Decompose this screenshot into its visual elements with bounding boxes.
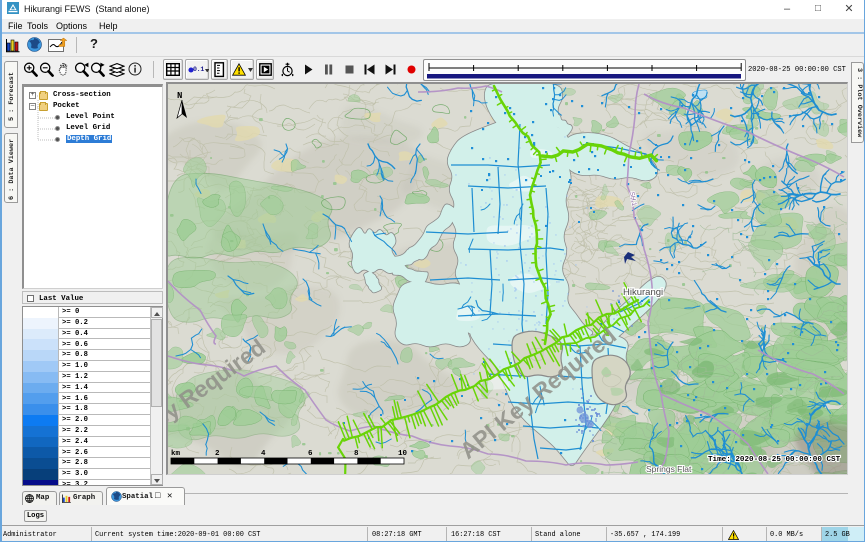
svg-text:4: 4 bbox=[261, 450, 266, 458]
svg-text:2: 2 bbox=[215, 450, 220, 458]
svg-text:N: N bbox=[177, 91, 182, 101]
svg-text:Time: 2020-08-25 00:00:00 CST: Time: 2020-08-25 00:00:00 CST bbox=[708, 456, 841, 464]
svg-text:km: km bbox=[171, 450, 181, 458]
svg-text:Hikurangi: Hikurangi bbox=[623, 287, 663, 298]
svg-text:8: 8 bbox=[354, 450, 359, 458]
svg-text:6: 6 bbox=[308, 450, 313, 458]
svg-text:Springs Flat: Springs Flat bbox=[646, 464, 692, 474]
svg-text:10: 10 bbox=[398, 450, 408, 458]
